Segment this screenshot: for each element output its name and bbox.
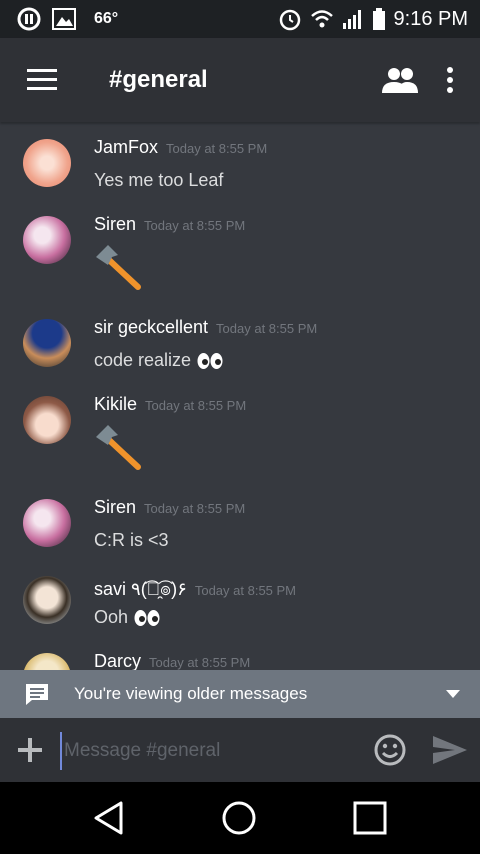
message-author[interactable]: Kikile Today at 8:55 PM bbox=[94, 394, 246, 415]
author-name[interactable]: savi ٩(͡๏̯͡๏)۶ bbox=[94, 579, 187, 599]
clock-text: 9:16 PM bbox=[393, 7, 468, 30]
eyes-emoji-icon bbox=[197, 352, 223, 369]
system-nav-bar bbox=[0, 782, 480, 854]
message-input[interactable] bbox=[60, 732, 356, 770]
chevron-down-icon[interactable] bbox=[446, 690, 460, 698]
author-name[interactable]: JamFox bbox=[94, 137, 158, 157]
message-author[interactable]: Darcy Today at 8:55 PM bbox=[94, 651, 250, 670]
back-icon[interactable] bbox=[93, 801, 125, 835]
avatar[interactable] bbox=[23, 576, 71, 624]
avatar[interactable] bbox=[23, 499, 71, 547]
add-attachment-icon[interactable] bbox=[18, 738, 42, 762]
author-name[interactable]: Kikile bbox=[94, 394, 137, 414]
signal-icon bbox=[342, 10, 361, 29]
members-icon[interactable] bbox=[382, 67, 418, 93]
author-name[interactable]: Siren bbox=[94, 497, 136, 517]
message-author[interactable]: Siren Today at 8:55 PM bbox=[94, 497, 245, 518]
avatar[interactable] bbox=[23, 653, 71, 670]
avatar[interactable] bbox=[23, 216, 71, 264]
message-text: Ooh bbox=[94, 607, 160, 628]
message-list[interactable]: JamFox Today at 8:55 PM Yes me too Leaf S… bbox=[0, 122, 480, 670]
message-timestamp: Today at 8:55 PM bbox=[144, 501, 246, 516]
avatar[interactable] bbox=[23, 396, 71, 444]
chat-bubble-icon bbox=[26, 684, 48, 705]
battery-icon bbox=[372, 8, 385, 30]
menu-icon[interactable] bbox=[27, 69, 57, 91]
status-bar: 66° 9:16 PM bbox=[0, 0, 480, 38]
message-author[interactable]: JamFox Today at 8:55 PM bbox=[94, 137, 267, 158]
image-icon bbox=[52, 8, 76, 30]
send-icon[interactable] bbox=[433, 736, 467, 764]
message-author[interactable]: sir geckcellent Today at 8:55 PM bbox=[94, 317, 317, 338]
message-timestamp: Today at 8:55 PM bbox=[216, 321, 318, 336]
home-icon[interactable] bbox=[221, 800, 257, 836]
eyes-emoji-icon bbox=[134, 609, 160, 626]
banner-text: You're viewing older messages bbox=[74, 684, 308, 703]
message-timestamp: Today at 8:55 PM bbox=[145, 398, 247, 413]
message-author[interactable]: savi ٩(͡๏̯͡๏)۶ Today at 8:55 PM bbox=[94, 574, 296, 603]
author-name[interactable]: Siren bbox=[94, 214, 136, 234]
message-timestamp: Today at 8:55 PM bbox=[166, 141, 268, 156]
older-messages-banner[interactable]: You're viewing older messages bbox=[0, 670, 480, 718]
author-name[interactable]: sir geckcellent bbox=[94, 317, 208, 337]
avatar[interactable] bbox=[23, 319, 71, 367]
channel-title: #general bbox=[109, 66, 208, 93]
message-text: Yes me too Leaf bbox=[94, 170, 224, 190]
temperature-text: 66° bbox=[94, 10, 119, 27]
more-options-icon[interactable] bbox=[446, 67, 454, 93]
message-timestamp: Today at 8:55 PM bbox=[149, 655, 251, 670]
wifi-icon bbox=[310, 10, 333, 28]
emoji-icon[interactable] bbox=[374, 734, 406, 766]
alarm-icon bbox=[279, 9, 300, 31]
message-text: C:R is <3 bbox=[94, 530, 169, 550]
message-composer bbox=[0, 718, 480, 782]
message-author[interactable]: Siren Today at 8:55 PM bbox=[94, 214, 245, 235]
message-timestamp: Today at 8:55 PM bbox=[194, 583, 297, 598]
recents-icon[interactable] bbox=[353, 801, 387, 835]
avatar[interactable] bbox=[23, 139, 71, 187]
message-text-content: Ooh bbox=[94, 607, 129, 627]
hammer-emoji-icon bbox=[96, 245, 141, 290]
app-header: #general bbox=[0, 38, 480, 122]
message-text-content: code realize bbox=[94, 350, 192, 370]
hammer-emoji-icon bbox=[96, 425, 141, 470]
message-timestamp: Today at 8:55 PM bbox=[144, 218, 246, 233]
message-text: code realize bbox=[94, 350, 223, 371]
author-name[interactable]: Darcy bbox=[94, 651, 141, 670]
pause-icon bbox=[17, 7, 41, 31]
